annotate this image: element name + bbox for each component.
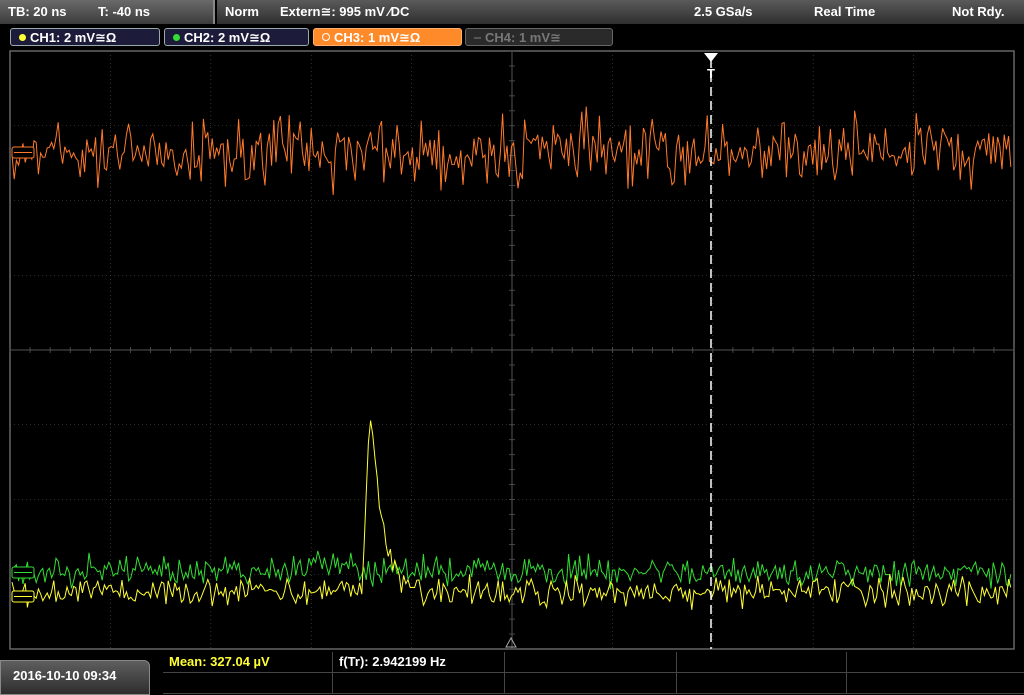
trigger-marker-label: T: [707, 66, 715, 81]
acquisition-mode: Real Time: [814, 4, 876, 19]
mean-measurement[interactable]: Mean: 327.04 µV: [163, 652, 333, 673]
measurement-slot-6[interactable]: [163, 673, 333, 694]
date-time-display: 2016-10-10 09:34: [0, 660, 150, 695]
ch2-color-dot-icon: [173, 34, 180, 41]
measurement-slot-4[interactable]: [677, 652, 847, 673]
frequency-measurement[interactable]: f(Tr): 2.942199 Hz: [333, 652, 505, 673]
status-bar: TB: 20 ns T: -40 ns Norm Extern≅: 995 mV…: [0, 0, 1024, 26]
trigger-mode: Norm: [225, 4, 259, 19]
ch2-level-marker[interactable]: [11, 566, 35, 579]
measurement-table[interactable]: Mean: 327.04 µV f(Tr): 2.942199 Hz: [163, 652, 1024, 695]
run-status: Not Rdy.: [952, 4, 1005, 19]
channel-tab-ch4[interactable]: CH4: 1 mV≅: [465, 28, 613, 46]
measurement-slot-5[interactable]: [847, 652, 1024, 673]
channel-tab-ch3[interactable]: CH3: 1 mV≅Ω: [313, 28, 462, 46]
timebase-panel[interactable]: TB: 20 ns T: -40 ns: [0, 0, 215, 24]
trigger-source: Extern≅: 995 mV ⁄DC: [280, 4, 410, 19]
channel-tab-ch1[interactable]: CH1: 2 mV≅Ω: [10, 28, 160, 46]
ch3-label: CH3: 1 mV≅Ω: [334, 30, 421, 45]
measurement-slot-3[interactable]: [505, 652, 677, 673]
ch2-label: CH2: 2 mV≅Ω: [184, 30, 271, 45]
waveform-display[interactable]: T: [0, 49, 1024, 652]
measurement-slot-8[interactable]: [505, 673, 677, 694]
ch4-off-icon: [474, 37, 481, 39]
bottom-bar: 2016-10-10 09:34 Mean: 327.04 µV f(Tr): …: [0, 652, 1024, 695]
ch1-color-dot-icon: [19, 34, 26, 41]
channel-tab-ch2[interactable]: CH2: 2 mV≅Ω: [164, 28, 309, 46]
ch1-level-marker[interactable]: [11, 590, 35, 603]
ch3-color-dot-icon: [322, 33, 330, 41]
measurement-slot-10[interactable]: [847, 673, 1024, 694]
measurement-slot-7[interactable]: [333, 673, 505, 694]
ch1-label: CH1: 2 mV≅Ω: [30, 30, 117, 45]
sample-rate: 2.5 GSa/s: [694, 4, 753, 19]
timebase-readout: TB: 20 ns: [8, 4, 67, 19]
ch4-label: CH4: 1 mV≅: [485, 30, 561, 45]
measurement-slot-9[interactable]: [677, 673, 847, 694]
trigger-panel[interactable]: Norm Extern≅: 995 mV ⁄DC 2.5 GSa/s Real …: [217, 0, 1024, 24]
ch3-level-marker[interactable]: [11, 146, 35, 159]
trigger-time-readout: T: -40 ns: [98, 4, 151, 19]
